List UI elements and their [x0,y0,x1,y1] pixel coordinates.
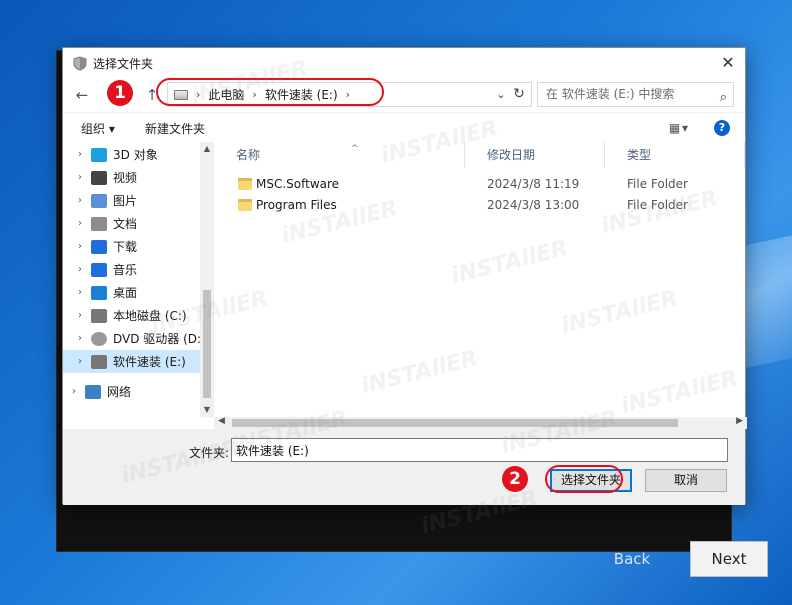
file-row[interactable]: MSC.Software 2024/3/8 11:19 File Folder [214,174,734,195]
desktop-icon [91,285,107,300]
chevron-right-icon[interactable]: › [69,356,91,367]
chevron-right-icon[interactable]: › [69,264,91,275]
search-input[interactable]: 在 软件速装 (E:) 中搜索 ⌕ [537,82,734,107]
installer-next-button[interactable]: Next [690,541,768,577]
file-name: Program Files [256,198,337,212]
close-icon[interactable]: ✕ [717,52,739,74]
music-icon [91,262,107,277]
folder-label: 文件夹: [189,446,230,460]
network-icon [85,384,101,399]
nav-item-1[interactable]: › 视频 [63,166,214,189]
download-icon [91,239,107,254]
nav-item-9[interactable]: › 软件速装 (E:) [63,350,214,373]
navigation-pane: › 3D 对象 › 视频 › 图片 › 文档 › 下载 › 音乐 › 桌面 › 本地磁盘 (C:) › DVD 驱… [63,142,214,417]
nav-item-label: 桌面 [113,286,138,300]
file-date: 2024/3/8 13:00 [487,198,580,212]
annotation-badge-step1: 1 [107,80,133,106]
scroll-down-icon[interactable]: ▼ [200,403,214,417]
nav-item-label: 3D 对象 [113,148,158,162]
scroll-up-icon[interactable]: ▲ [200,142,214,156]
video-icon [91,170,107,185]
dvd-icon [91,331,107,346]
chevron-right-icon[interactable]: › [63,386,85,397]
file-date: 2024/3/8 11:19 [487,177,580,191]
chevron-right-icon[interactable]: › [69,310,91,321]
file-type: File Folder [627,177,688,191]
sort-up-icon: ^ [351,144,359,154]
folder-name-input[interactable] [231,438,728,462]
cancel-button[interactable]: 取消 [645,469,727,492]
search-placeholder: 在 软件速装 (E:) 中搜索 [546,87,675,101]
dialog-footer: 文件夹: 选择文件夹 取消 [63,429,745,505]
annotation-ring-address [156,78,384,106]
nav-item-6[interactable]: › 桌面 [63,281,214,304]
new-folder-button[interactable]: 新建文件夹 [145,120,205,137]
browser-content: › 3D 对象 › 视频 › 图片 › 文档 › 下载 › 音乐 › 桌面 › 本地磁盘 (C:) › DVD 驱… [63,142,747,429]
column-type-label: 类型 [627,148,652,162]
organize-menu-button[interactable]: 组织 ▾ [81,120,115,137]
nav-item-label: 视频 [113,171,138,185]
nav-item-label: DVD 驱动器 (D: [113,332,202,346]
scroll-left-icon[interactable]: ◀ [218,416,225,426]
chevron-right-icon[interactable]: › [69,241,91,252]
local-disk-icon [91,308,107,323]
file-list: 名称 ^ 修改日期 类型 MSC.Software 2024/3/8 11:19 F… [214,142,747,417]
folder-icon [238,199,252,211]
picture-icon [91,193,107,208]
chevron-right-icon[interactable]: › [69,195,91,206]
nav-scroll-thumb[interactable] [203,290,211,398]
file-type: File Folder [627,198,688,212]
back-arrow-icon[interactable]: ← [71,84,93,106]
scroll-right-icon[interactable]: ▶ [736,416,743,426]
nav-item-0[interactable]: › 3D 对象 [63,143,214,166]
nav-item-label: 文档 [113,217,138,231]
folder-shield-icon [73,56,87,71]
nav-item-label: 本地磁盘 (C:) [113,309,187,323]
nav-item-10[interactable]: › 网络 [63,380,214,403]
dialog-title: 选择文件夹 [93,57,154,71]
nav-item-label: 下载 [113,240,138,254]
toolbar: 组织 ▾ 新建文件夹 ▦ ▾ ? [63,112,745,142]
column-name-label: 名称 [236,148,261,162]
nav-item-8[interactable]: › DVD 驱动器 (D: [63,327,214,350]
column-header-name[interactable]: 名称 ^ [214,142,465,168]
folder-icon [238,178,252,190]
chevron-right-icon[interactable]: › [69,287,91,298]
column-header-date[interactable]: 修改日期 [465,142,605,168]
select-folder-dialog: 选择文件夹 ✕ ← → ↑ › 此电脑 › 软件速装 (E:) › ⌄ ↻ 在 … [62,47,747,505]
nav-item-label: 音乐 [113,263,138,277]
drive-icon [91,354,107,369]
chevron-right-icon[interactable]: › [69,172,91,183]
column-header-type[interactable]: 类型 [605,142,745,168]
search-icon[interactable]: ⌕ [720,86,727,109]
horizontal-scrollbar[interactable]: ◀ ▶ [214,416,747,429]
nav-item-7[interactable]: › 本地磁盘 (C:) [63,304,214,327]
title-bar: 选择文件夹 ✕ [63,48,745,78]
horizontal-scroll-thumb[interactable] [232,419,678,427]
chevron-right-icon[interactable]: › [69,149,91,160]
annotation-ring-select [545,465,623,493]
nav-item-4[interactable]: › 下载 [63,235,214,258]
document-icon [91,216,107,231]
chevron-right-icon[interactable]: › [69,333,91,344]
annotation-badge-step2: 2 [502,466,528,492]
column-date-label: 修改日期 [487,148,536,162]
nav-item-label: 软件速装 (E:) [113,355,186,369]
nav-item-label: 图片 [113,194,138,208]
chevron-right-icon[interactable]: › [69,218,91,229]
nav-scrollbar[interactable]: ▲ ▼ [200,142,214,417]
installer-back-button[interactable]: Back [587,541,677,577]
cube-icon [91,147,107,162]
nav-item-2[interactable]: › 图片 [63,189,214,212]
file-name: MSC.Software [256,177,340,191]
view-options-icon[interactable]: ▦ ▾ [669,121,688,135]
nav-item-3[interactable]: › 文档 [63,212,214,235]
refresh-icon[interactable]: ↻ [508,82,530,107]
file-row[interactable]: Program Files 2024/3/8 13:00 File Folder [214,195,734,216]
nav-item-5[interactable]: › 音乐 [63,258,214,281]
nav-item-label: 网络 [107,385,132,399]
help-icon[interactable]: ? [714,120,730,136]
